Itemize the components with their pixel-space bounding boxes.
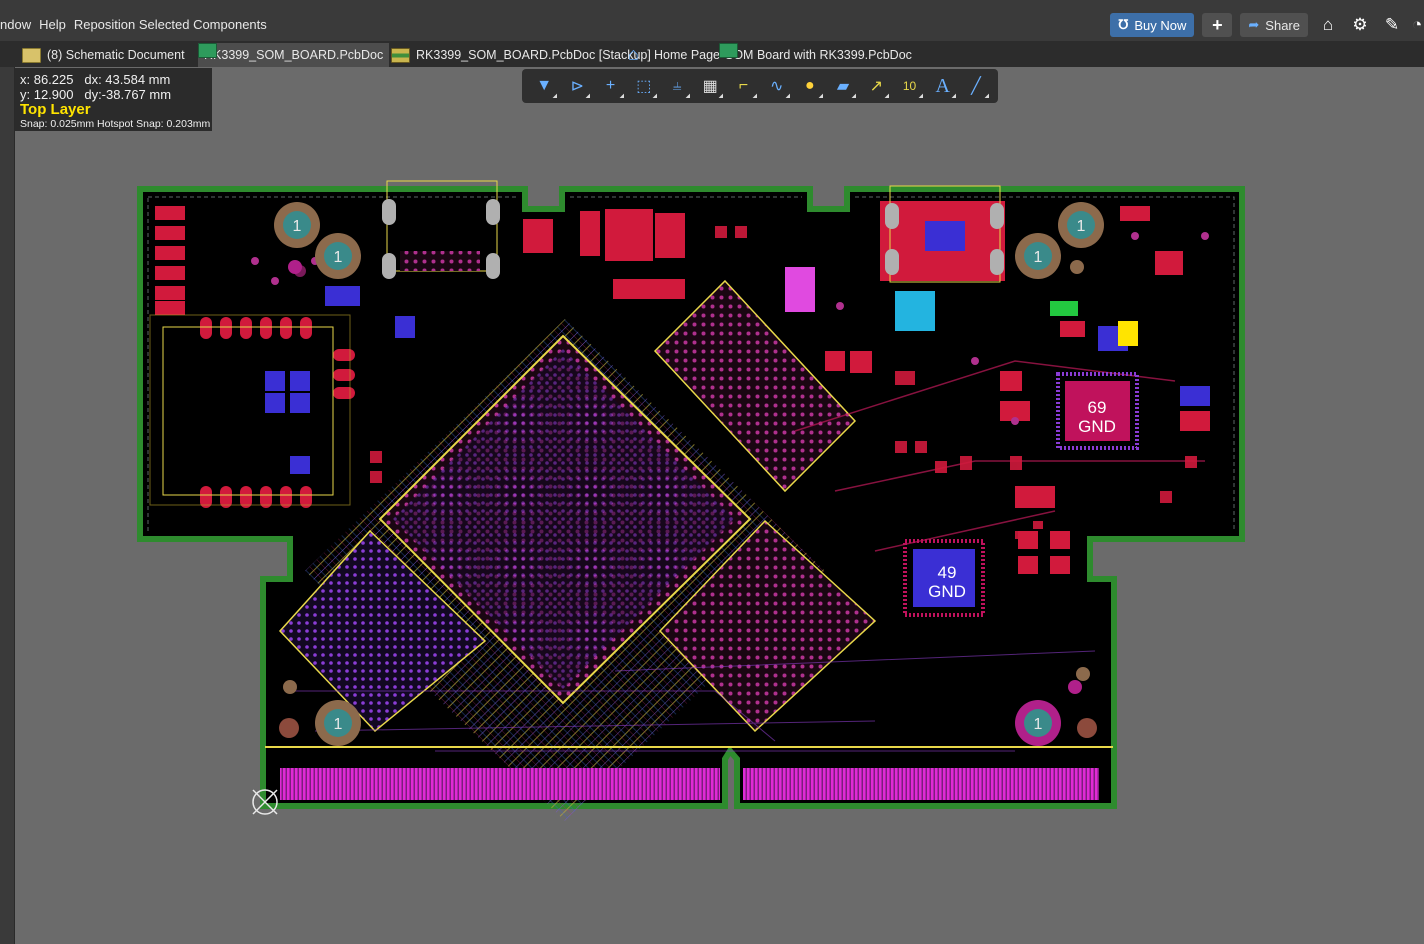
component-yellow	[1118, 321, 1138, 346]
route-selected-icon[interactable]: ⊳	[563, 73, 591, 99]
tab-label: SOM Board with RK3399.PcbDoc	[725, 48, 912, 62]
pcb-board-view[interactable]: 69 GND 49 GND 1 1 1 1 1 1	[15, 131, 1424, 944]
component-green	[1050, 301, 1078, 316]
tab-home-page[interactable]: ⌂ Home Page	[622, 43, 726, 67]
tab-som-board-pcbdoc[interactable]: SOM Board with RK3399.PcbDoc	[719, 43, 918, 67]
account-icon[interactable]: ◔	[1412, 13, 1424, 37]
svg-text:1: 1	[334, 249, 343, 266]
home-icon[interactable]: ⌂	[1316, 13, 1340, 37]
pcb-icon	[198, 43, 217, 58]
menu-reposition-selected-components[interactable]: Reposition Selected Components	[74, 17, 267, 32]
svg-text:1: 1	[1077, 218, 1086, 235]
edge-connector-right	[743, 768, 1099, 800]
net-number-1: 69	[1088, 398, 1107, 417]
net-number-2: 49	[938, 563, 957, 582]
component-icon[interactable]: ▦	[696, 73, 724, 99]
align-icon[interactable]: ⫨	[663, 73, 691, 99]
coord-dx: dx: 43.584 mm	[84, 72, 171, 87]
left-panel-strip[interactable]	[0, 67, 15, 944]
menu-window[interactable]: ndow	[0, 17, 31, 32]
menu-help[interactable]: Help	[39, 17, 66, 32]
net-name-1: GND	[1078, 417, 1116, 436]
buy-now-button[interactable]: ℧ Buy Now	[1110, 13, 1195, 37]
stackup-icon	[391, 47, 410, 63]
schematic-icon	[22, 47, 41, 63]
select-area-icon[interactable]: ⬚	[630, 73, 658, 99]
tab-label: RK3399_SOM_BOARD.PcbDoc [Stackup]	[416, 48, 651, 62]
tab-label: (8) Schematic Document	[47, 48, 185, 62]
polygon-icon[interactable]: ▰	[829, 73, 857, 99]
tab-rk3399-pcbdoc[interactable]: RK3399_SOM_BOARD.PcbDoc	[198, 43, 390, 67]
diff-pair-icon[interactable]: ∿	[763, 73, 791, 99]
coord-row-y: y: 12.900 dy:-38.767 mm	[20, 87, 212, 102]
snap-info: Snap: 0.025mm Hotspot Snap: 0.203mm	[20, 118, 211, 130]
component-pink	[785, 267, 815, 312]
gear-icon[interactable]: ⚙	[1348, 13, 1372, 37]
coord-x: x: 86.225	[20, 72, 74, 87]
current-layer: Top Layer	[20, 101, 91, 118]
coord-y: y: 12.900	[20, 87, 74, 102]
via-icon[interactable]: ●	[796, 73, 824, 99]
interactive-length-icon[interactable]: ↗	[862, 73, 890, 99]
share-label: Share	[1265, 17, 1300, 33]
line-icon[interactable]: ╱	[962, 73, 990, 99]
plus-button[interactable]: +	[1202, 13, 1233, 37]
buy-now-label: Buy Now	[1134, 17, 1187, 33]
component-cyan	[895, 291, 935, 331]
edge-connector-left	[280, 768, 720, 800]
coordinate-hud: x: 86.225 dx: 43.584 mm y: 12.900 dy:-38…	[15, 68, 212, 131]
svg-text:1: 1	[293, 218, 302, 235]
share-button[interactable]: ➦ Share	[1240, 13, 1308, 37]
tab-rk3399-stackup[interactable]: RK3399_SOM_BOARD.PcbDoc [Stackup]	[385, 43, 657, 67]
home-icon: ⌂	[628, 44, 639, 64]
edit-pen-icon[interactable]: ✎	[1380, 13, 1404, 37]
cart-icon: ℧	[1118, 17, 1129, 32]
menu-list: ndow Help Reposition Selected Components	[0, 17, 267, 32]
document-tab-bar: (8) Schematic Document ▼ RK3399_SOM_BOAR…	[0, 41, 1424, 67]
svg-text:1: 1	[334, 716, 343, 733]
menu-bar: ndow Help Reposition Selected Components…	[0, 0, 1424, 41]
tab-label: Home Page	[654, 48, 721, 62]
net-name-2: GND	[928, 582, 966, 601]
tab-label: RK3399_SOM_BOARD.PcbDoc	[204, 48, 384, 62]
plus-icon: +	[1212, 14, 1223, 35]
dimension-icon[interactable]: 10	[895, 73, 923, 99]
share-icon: ➦	[1248, 17, 1260, 32]
coord-dy: dy:-38.767 mm	[84, 87, 172, 102]
filter-icon[interactable]: ▼	[530, 73, 558, 99]
tab-schematic-document[interactable]: (8) Schematic Document ▼	[16, 43, 212, 67]
coord-row-x: x: 86.225 dx: 43.584 mm	[20, 72, 212, 87]
svg-text:1: 1	[1034, 716, 1043, 733]
pcb-icon	[719, 43, 738, 58]
cross-icon[interactable]: +	[596, 73, 624, 99]
string-text-icon[interactable]: A	[929, 73, 957, 99]
title-right-tools: ℧ Buy Now + ➦ Share ⌂ ⚙ ✎ ◔	[1110, 12, 1424, 38]
route-icon[interactable]: ⌐	[729, 73, 757, 99]
pcb-editor-canvas[interactable]: 69 GND 49 GND 1 1 1 1 1 1	[15, 131, 1424, 944]
pcb-active-bar: ▼ ⊳ + ⬚ ⫨ ▦ ⌐ ∿ ● ▰ ↗ 10 A ╱	[522, 69, 998, 103]
svg-text:1: 1	[1034, 249, 1043, 266]
